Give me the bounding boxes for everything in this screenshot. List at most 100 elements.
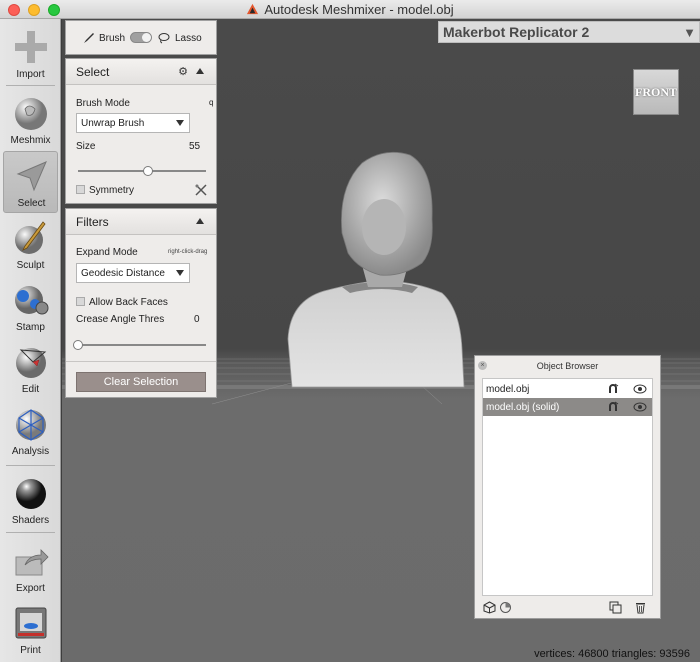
brush-mode-select[interactable]: Unwrap Brush	[76, 113, 190, 133]
magnet-icon[interactable]	[607, 401, 619, 413]
size-label: Size	[76, 141, 96, 152]
collapse-arrow-icon[interactable]	[196, 68, 204, 74]
brush-mode-hotkey: q	[209, 98, 214, 107]
tool-select-label: Select	[17, 198, 46, 209]
title-bar: Autodesk Meshmixer - model.obj	[0, 0, 700, 19]
toolbar-divider	[6, 85, 55, 86]
shaders-sphere-icon	[16, 479, 46, 509]
object-list: model.obj model.obj (solid)	[482, 378, 653, 596]
model-face	[362, 199, 406, 255]
chevron-down-icon	[176, 120, 184, 126]
select-panel-title: Select	[76, 64, 110, 79]
tool-shaders[interactable]: Shaders	[3, 469, 58, 531]
tool-export[interactable]: Export	[3, 537, 58, 599]
printer-dropdown[interactable]: Makerbot Replicator 2 ▼	[438, 21, 700, 43]
lasso-mode-label[interactable]: Lasso	[175, 33, 202, 44]
close-window-button[interactable]	[8, 4, 20, 16]
close-icon[interactable]: ×	[478, 361, 487, 370]
expand-mode-hint: right-click-drag	[168, 249, 208, 255]
crease-angle-slider-thumb[interactable]	[73, 340, 83, 350]
edit-sphere-icon	[16, 348, 47, 378]
list-item[interactable]: model.obj	[483, 380, 652, 398]
crease-angle-label: Crease Angle Thres	[76, 314, 165, 325]
autodesk-logo-icon	[247, 3, 259, 14]
size-slider-thumb[interactable]	[143, 166, 154, 176]
tool-analysis-label: Analysis	[11, 446, 50, 457]
model-mesh-torso	[287, 280, 465, 388]
tool-import[interactable]: Import	[3, 23, 58, 85]
allow-back-faces-checkbox[interactable]	[76, 297, 85, 306]
plus-icon	[15, 31, 47, 63]
tool-print[interactable]: Print	[3, 599, 58, 661]
expand-mode-value: Geodesic Distance	[81, 267, 165, 279]
crease-angle-slider-track[interactable]	[78, 344, 206, 346]
duplicate-icon[interactable]	[609, 601, 622, 614]
meshmix-bunny-icon	[15, 98, 47, 130]
object-browser-title: Object Browser	[536, 361, 599, 371]
chevron-down-icon	[176, 270, 184, 276]
list-item-selected[interactable]: model.obj (solid)	[483, 398, 652, 416]
collapse-arrow-icon[interactable]	[196, 218, 204, 224]
analysis-sphere-icon	[16, 409, 46, 441]
tool-edit-label: Edit	[21, 384, 40, 395]
tool-analysis[interactable]: Analysis	[3, 400, 58, 462]
tool-import-label: Import	[16, 69, 45, 80]
main-toolbar: Import Meshmix Select Sculpt Stamp Edit …	[0, 19, 61, 662]
tool-select[interactable]: Select	[3, 151, 58, 213]
panel-divider	[66, 361, 216, 362]
pie-icon[interactable]	[499, 601, 512, 614]
lasso-icon	[158, 33, 170, 44]
magnet-icon[interactable]	[607, 383, 619, 395]
tool-stamp[interactable]: Stamp	[3, 276, 58, 338]
tool-print-label: Print	[20, 645, 41, 656]
object-browser-header[interactable]: × Object Browser	[475, 356, 660, 376]
eye-icon[interactable]	[633, 384, 647, 394]
cube-icon[interactable]	[483, 601, 496, 614]
toolbar-divider	[6, 465, 55, 466]
trash-icon[interactable]	[634, 601, 647, 614]
expand-mode-label: Expand Mode	[76, 247, 138, 258]
brush-mode-label: Brush Mode	[76, 98, 130, 109]
window-title: Autodesk Meshmixer - model.obj	[264, 1, 454, 17]
tool-stamp-label: Stamp	[16, 322, 45, 333]
gear-icon[interactable]: ⚙	[178, 65, 188, 78]
minimize-window-button[interactable]	[28, 4, 40, 16]
filters-panel: Filters Expand Mode right-click-drag Geo…	[65, 208, 217, 398]
select-panel: Select ⚙ Brush Mode q Unwrap Brush Size …	[65, 58, 217, 204]
tool-shaders-label: Shaders	[11, 515, 50, 526]
size-slider-track[interactable]	[78, 170, 206, 172]
view-cube-face-label: FRONT	[635, 84, 677, 99]
size-value: 55	[189, 141, 201, 152]
brush-mode-value: Unwrap Brush	[81, 117, 145, 129]
tool-meshmix-label: Meshmix	[10, 135, 51, 146]
filters-panel-header[interactable]: Filters	[66, 209, 216, 235]
mode-toggle-panel: Brush Lasso	[65, 20, 217, 55]
export-icon	[15, 549, 49, 576]
maximize-window-button[interactable]	[48, 4, 60, 16]
brush-lasso-toggle[interactable]	[130, 32, 152, 43]
tool-meshmix[interactable]: Meshmix	[3, 89, 58, 151]
tool-edit[interactable]: Edit	[3, 338, 58, 400]
expand-mode-select[interactable]: Geodesic Distance	[76, 263, 190, 283]
tool-export-label: Export	[16, 583, 45, 594]
symmetry-checkbox[interactable]	[76, 185, 85, 194]
eye-icon[interactable]	[633, 402, 647, 412]
clear-selection-button[interactable]: Clear Selection	[76, 372, 206, 392]
stamp-icon	[15, 286, 49, 315]
select-panel-header[interactable]: Select ⚙	[66, 59, 216, 85]
view-cube[interactable]: FRONT	[633, 69, 679, 115]
mesh-stats: vertices: 46800 triangles: 93596	[534, 648, 690, 660]
filters-panel-title: Filters	[76, 214, 109, 229]
object-browser-panel: × Object Browser model.obj model.obj (so…	[474, 355, 661, 619]
allow-back-faces-label: Allow Back Faces	[89, 297, 168, 308]
printer-icon	[15, 607, 47, 639]
brush-mode-label[interactable]: Brush	[99, 33, 125, 44]
chevron-down-icon: ▼	[683, 25, 696, 40]
brush-icon	[84, 33, 94, 43]
object-name: model.obj (solid)	[486, 401, 560, 413]
symmetry-label: Symmetry	[89, 185, 134, 196]
tool-sculpt[interactable]: Sculpt	[3, 214, 58, 276]
symmetry-tool-icon[interactable]	[195, 184, 207, 196]
printer-name: Makerbot Replicator 2	[443, 24, 590, 40]
object-name: model.obj	[486, 383, 530, 395]
